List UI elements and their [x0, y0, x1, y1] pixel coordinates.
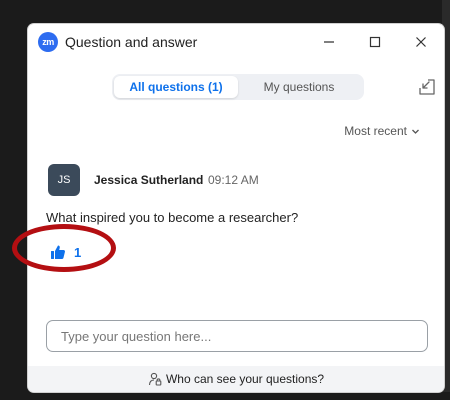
- close-icon: [416, 37, 426, 47]
- sort-dropdown[interactable]: Most recent: [344, 124, 420, 138]
- asker-name: Jessica Sutherland: [94, 173, 204, 187]
- tab-my-questions[interactable]: My questions: [238, 76, 360, 98]
- tab-all-questions[interactable]: All questions (1): [114, 76, 238, 98]
- close-button[interactable]: [398, 24, 444, 60]
- window-controls: [306, 24, 444, 60]
- person-lock-icon: [148, 372, 162, 386]
- background-top: [0, 0, 450, 24]
- popout-icon: [419, 79, 435, 95]
- minimize-button[interactable]: [306, 24, 352, 60]
- window-title: Question and answer: [65, 34, 198, 50]
- background-bottom: [0, 392, 450, 400]
- footer-bar: Who can see your questions?: [28, 366, 444, 392]
- thumbs-up-icon: [51, 245, 65, 259]
- visibility-info-label: Who can see your questions?: [165, 372, 325, 386]
- upvote-button[interactable]: 1: [50, 242, 81, 262]
- zoom-logo-icon: zm: [38, 32, 58, 52]
- maximize-icon: [369, 36, 381, 48]
- popout-button[interactable]: [416, 76, 438, 98]
- sort-label: Most recent: [344, 124, 407, 138]
- question-input[interactable]: [46, 320, 428, 352]
- question-timestamp: 09:12 AM: [208, 173, 259, 187]
- chevron-down-icon: [412, 129, 419, 134]
- upvote-count: 1: [74, 244, 82, 260]
- maximize-button[interactable]: [352, 24, 398, 60]
- title-bar[interactable]: zm Question and answer: [28, 24, 444, 60]
- minimize-icon: [324, 41, 334, 43]
- avatar: JS: [48, 164, 80, 196]
- visibility-info-link[interactable]: Who can see your questions?: [148, 372, 324, 386]
- qa-window: zm Question and answer All questions (1)…: [28, 24, 444, 392]
- background-left: [0, 0, 30, 400]
- question-tabs: All questions (1) My questions: [112, 74, 364, 100]
- question-text: What inspired you to become a researcher…: [46, 210, 299, 225]
